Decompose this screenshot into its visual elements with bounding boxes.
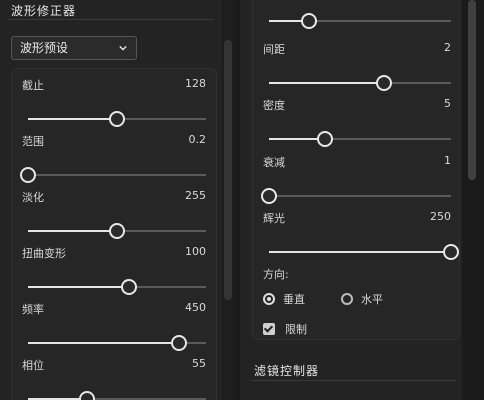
- slider-track[interactable]: [269, 13, 451, 29]
- slider-label: 衰减: [263, 156, 285, 169]
- scrollbar-thumb[interactable]: [468, 0, 476, 180]
- left-scrollbar[interactable]: [223, 0, 233, 400]
- direction-label: 方向:: [263, 268, 289, 281]
- slider-label: 密度: [263, 99, 285, 112]
- sliders-group: 截止 128 范围 0.2 淡化 255 扭曲变形 100 频率 450 相位 …: [11, 68, 217, 400]
- slider-thumb[interactable]: [78, 391, 95, 400]
- slider-label: 淡化: [22, 191, 44, 204]
- slider-label: 辉光: [263, 212, 285, 225]
- slider-thumb[interactable]: [20, 167, 36, 183]
- slider-label: 截止: [22, 79, 44, 92]
- slider-track[interactable]: [28, 111, 206, 127]
- slider-track[interactable]: [261, 188, 451, 204]
- preset-dropdown-label: 波形预设: [20, 41, 69, 55]
- slider-distortion: 扭曲变形 100: [22, 245, 206, 295]
- slider-thumb[interactable]: [375, 75, 392, 91]
- slider-thumb[interactable]: [171, 335, 188, 351]
- slider-value: 255: [185, 189, 206, 202]
- slider-thumb[interactable]: [121, 279, 138, 295]
- slider-fade: 淡化 255: [22, 189, 206, 239]
- checkbox-checked-icon: [263, 323, 275, 335]
- scanline-settings-panel: 间距 2 密度 5 衰减 1 辉光 250 方向: 垂直 水平 限制 滤镜控制器: [240, 0, 462, 400]
- radio-horizontal[interactable]: 水平: [341, 291, 383, 307]
- title-divider: [8, 19, 214, 20]
- slider-thumb[interactable]: [443, 244, 459, 260]
- slider-thumb[interactable]: [261, 188, 277, 204]
- slider-density: 密度 5: [263, 97, 451, 147]
- slider-track[interactable]: [269, 244, 459, 260]
- slider-track[interactable]: [269, 131, 451, 147]
- slider-track[interactable]: [20, 167, 206, 183]
- slider-label: 相位: [22, 359, 44, 372]
- slider-cutoff: 截止 128: [22, 77, 206, 127]
- slider-label: 间距: [263, 43, 285, 56]
- radio-vertical[interactable]: 垂直: [263, 291, 305, 307]
- section-divider: [252, 380, 456, 381]
- slider-spacing: 间距 2: [263, 41, 451, 91]
- slider-value: 1: [444, 154, 451, 167]
- right-scrollbar[interactable]: [464, 0, 484, 400]
- slider-top: [263, 0, 451, 29]
- settings-group: 间距 2 密度 5 衰减 1 辉光 250 方向: 垂直 水平 限制: [252, 0, 460, 340]
- slider-frequency: 频率 450: [22, 301, 206, 351]
- slider-glow: 辉光 250: [263, 210, 459, 260]
- slider-thumb[interactable]: [301, 13, 318, 29]
- slider-label: 扭曲变形: [22, 247, 66, 260]
- radio-selected-icon: [263, 293, 275, 305]
- slider-value: 250: [430, 210, 451, 223]
- slider-value: 450: [185, 301, 206, 314]
- slider-value: 5: [444, 97, 451, 110]
- slider-track[interactable]: [28, 335, 206, 351]
- slider-thumb[interactable]: [109, 111, 125, 127]
- scrollbar-thumb[interactable]: [224, 40, 232, 300]
- slider-track[interactable]: [28, 223, 206, 239]
- slider-track[interactable]: [28, 279, 206, 295]
- waveform-preset-dropdown[interactable]: 波形预设: [11, 36, 137, 60]
- waveform-modifier-panel: 波形修正器 波形预设 截止 128 范围 0.2 淡化 255 扭曲变形 100: [0, 0, 222, 400]
- slider-value: 128: [185, 77, 206, 90]
- slider-label: 频率: [22, 303, 44, 316]
- radio-unselected-icon: [341, 293, 353, 305]
- slider-value: 0.2: [188, 133, 207, 146]
- slider-range: 范围 0.2: [20, 133, 207, 183]
- slider-thumb[interactable]: [109, 223, 125, 239]
- slider-decay: 衰减 1: [261, 154, 451, 204]
- chevron-down-icon: [119, 45, 127, 51]
- radio-label: 水平: [361, 293, 383, 306]
- limit-checkbox[interactable]: 限制: [263, 321, 307, 337]
- slider-track[interactable]: [269, 75, 451, 91]
- slider-value: 2: [444, 41, 451, 54]
- slider-label: 范围: [22, 135, 44, 148]
- radio-label: 垂直: [283, 293, 305, 306]
- slider-value: 100: [185, 245, 206, 258]
- checkbox-label: 限制: [285, 323, 307, 336]
- filter-controller-title: 滤镜控制器: [254, 364, 320, 378]
- slider-value: 55: [192, 357, 206, 370]
- panel-title: 波形修正器: [11, 4, 77, 18]
- slider-thumb[interactable]: [317, 131, 334, 147]
- slider-phase: 相位 55: [22, 357, 206, 400]
